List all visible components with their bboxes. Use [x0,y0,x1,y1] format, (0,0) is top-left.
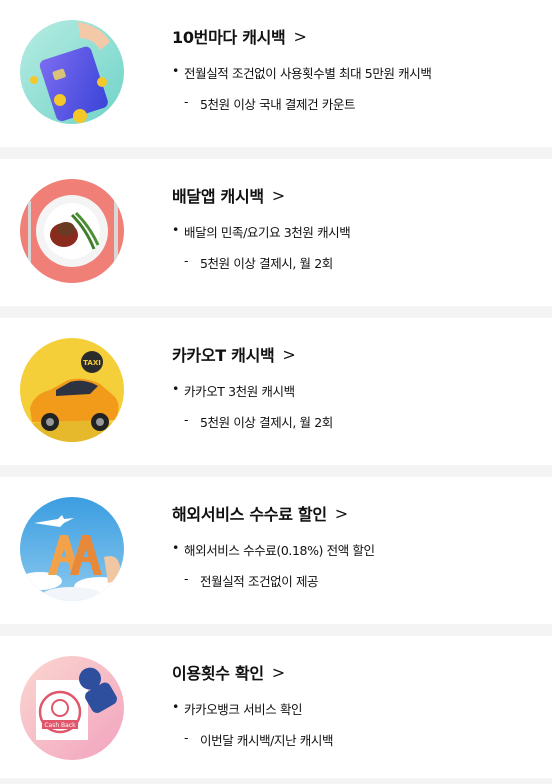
dash-icon: - [184,94,189,109]
chevron-right-icon: > [334,503,348,523]
bullet-icon: • [172,381,179,396]
food-plate-icon [20,179,124,283]
benefit-description: • 전월실적 조건없이 사용횟수별 최대 5만원 캐시백 [172,63,540,82]
benefit-title: 배달앱 캐시백 > [172,183,540,207]
benefit-condition: - 5천원 이상 국내 결제건 카운트 [172,94,540,113]
benefit-item-kakaot-cashback[interactable]: TAXI 카카오T 캐시백 > • 카카오T 3천원 캐시백 - 5천원 이상 … [0,318,552,465]
stamp-label: Cash Back [44,722,76,729]
benefit-description: • 해외서비스 수수료(0.18%) 전액 할인 [172,540,540,559]
bullet-icon: • [172,540,179,555]
benefit-title-text: 10번마다 캐시백 [172,28,286,47]
benefit-description-text: 해외서비스 수수료(0.18%) 전액 할인 [184,543,375,558]
benefit-title: 해외서비스 수수료 할인 > [172,501,540,525]
card-cashback-icon [20,20,124,124]
dash-icon: - [184,412,189,427]
benefit-condition: - 이번달 캐시백/지난 캐시백 [172,730,540,749]
dash-icon: - [184,253,189,268]
benefit-title: 이용횟수 확인 > [172,660,540,684]
benefit-title-text: 이용횟수 확인 [172,664,264,683]
benefit-item-usage-count[interactable]: Cash Back 이용횟수 확인 > • 카카오뱅크 서비스 확인 - 이번달… [0,636,552,778]
chevron-right-icon: > [282,344,296,364]
dash-icon: - [184,730,189,745]
benefit-description-text: 카카오뱅크 서비스 확인 [184,702,303,717]
benefit-condition-text: 5천원 이상 국내 결제건 카운트 [200,97,356,112]
benefit-condition: - 전월실적 조건없이 제공 [172,571,540,590]
airplane-aa-icon [20,497,124,601]
benefit-description: • 카카오T 3천원 캐시백 [172,381,540,400]
benefit-list: 10번마다 캐시백 > • 전월실적 조건없이 사용횟수별 최대 5만원 캐시백… [0,0,552,778]
benefit-item-delivery-cashback[interactable]: 배달앱 캐시백 > • 배달의 민족/요기요 3천원 캐시백 - 5천원 이상 … [0,159,552,306]
benefit-condition-text: 5천원 이상 결제시, 월 2회 [200,256,333,271]
benefit-item-overseas-fee-discount[interactable]: 해외서비스 수수료 할인 > • 해외서비스 수수료(0.18%) 전액 할인 … [0,477,552,624]
taxi-icon: TAXI [20,338,124,442]
benefit-description-text: 카카오T 3천원 캐시백 [184,384,295,399]
benefit-title: 카카오T 캐시백 > [172,342,540,366]
benefit-title: 10번마다 캐시백 > [172,24,540,48]
chevron-right-icon: > [271,185,285,205]
bullet-icon: • [172,699,179,714]
benefit-description: • 배달의 민족/요기요 3천원 캐시백 [172,222,540,241]
benefit-description-text: 전월실적 조건없이 사용횟수별 최대 5만원 캐시백 [184,66,432,81]
chevron-right-icon: > [271,662,285,682]
bullet-icon: • [172,63,179,78]
bullet-icon: • [172,222,179,237]
benefit-condition-text: 전월실적 조건없이 제공 [200,574,319,589]
dash-icon: - [184,571,189,586]
benefit-condition-text: 5천원 이상 결제시, 월 2회 [200,415,333,430]
chevron-right-icon: > [293,26,307,46]
benefit-title-text: 카카오T 캐시백 [172,346,275,365]
benefit-description: • 카카오뱅크 서비스 확인 [172,699,540,718]
benefit-condition-text: 이번달 캐시백/지난 캐시백 [200,733,334,748]
benefit-condition: - 5천원 이상 결제시, 월 2회 [172,253,540,272]
benefit-title-text: 해외서비스 수수료 할인 [172,505,327,524]
benefit-title-text: 배달앱 캐시백 [172,187,264,206]
taxi-sign-label: TAXI [83,359,101,367]
cashback-stamp-icon: Cash Back [20,656,124,760]
benefit-item-cashback-every-10[interactable]: 10번마다 캐시백 > • 전월실적 조건없이 사용횟수별 최대 5만원 캐시백… [0,0,552,147]
benefit-description-text: 배달의 민족/요기요 3천원 캐시백 [184,225,351,240]
benefit-condition: - 5천원 이상 결제시, 월 2회 [172,412,540,431]
